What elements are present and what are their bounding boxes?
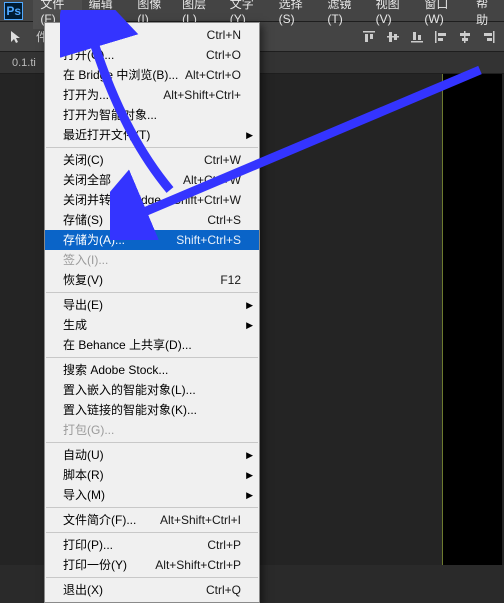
menu-item[interactable]: 打印一份(Y) Alt+Shift+Ctrl+P (45, 555, 259, 575)
menu-item-label: 打印(P)... (63, 537, 113, 553)
menu-item: 签入(I)... (45, 250, 259, 270)
menu-item-shortcut: Alt+Ctrl+W (183, 172, 241, 188)
menu-item-label: 打印一份(Y) (63, 557, 127, 573)
menu-separator (46, 532, 258, 533)
document-tab[interactable]: 0.1.ti (6, 55, 42, 71)
menu-item-label: 恢复(V) (63, 272, 103, 288)
menu-filter[interactable]: 滤镜(T) (320, 0, 368, 29)
menu-item[interactable]: 存储为(A)... Shift+Ctrl+S (45, 230, 259, 250)
menu-item-label: 关闭并转到 Bridge (63, 192, 161, 208)
document-edge (442, 74, 502, 565)
menu-separator (46, 507, 258, 508)
menu-select[interactable]: 选择(S) (272, 0, 321, 29)
menu-window[interactable]: 窗口(W) (417, 0, 469, 29)
align-vcenter-icon[interactable] (384, 28, 402, 46)
menu-item[interactable]: 关闭(C) Ctrl+W (45, 150, 259, 170)
menu-item-shortcut: Alt+Shift+Ctrl+ (163, 87, 241, 103)
menu-item-label: 搜索 Adobe Stock... (63, 362, 168, 378)
menu-item-label: 签入(I)... (63, 252, 108, 268)
menu-item-label: 置入链接的智能对象(K)... (63, 402, 197, 418)
menu-item[interactable]: 打开为... Alt+Shift+Ctrl+ (45, 85, 259, 105)
menu-item[interactable]: 存储(S) Ctrl+S (45, 210, 259, 230)
menu-item-label: 存储(S) (63, 212, 103, 228)
menu-item[interactable]: 关闭并转到 Bridge Shift+Ctrl+W (45, 190, 259, 210)
menu-item[interactable]: 在 Bridge 中浏览(B)... Alt+Ctrl+O (45, 65, 259, 85)
menu-separator (46, 357, 258, 358)
menu-item[interactable]: 打开(O)... Ctrl+O (45, 45, 259, 65)
menubar: Ps 文件(F) 编辑(E) 图像(I) 图层(L) 文字(Y) 选择(S) 滤… (0, 0, 504, 22)
menu-item-label: 打开(O)... (63, 47, 114, 63)
move-tool-icon[interactable] (6, 26, 28, 48)
menu-item-shortcut: Shift+Ctrl+S (176, 232, 241, 248)
menu-item-label: 导入(M) (63, 487, 105, 503)
align-left-icon[interactable] (432, 28, 450, 46)
menu-item-label: 置入嵌入的智能对象(L)... (63, 382, 196, 398)
menu-item-shortcut: Shift+Ctrl+W (173, 192, 241, 208)
menu-item-shortcut: Alt+Ctrl+O (185, 67, 241, 83)
menu-help[interactable]: 帮助 (469, 0, 504, 31)
menu-item-shortcut: Ctrl+W (204, 152, 241, 168)
menu-view[interactable]: 视图(V) (369, 0, 418, 29)
menu-separator (46, 442, 258, 443)
menu-item[interactable]: 在 Behance 上共享(D)... (45, 335, 259, 355)
menu-item[interactable]: 最近打开文件(T) (45, 125, 259, 145)
menu-item[interactable]: 导入(M) (45, 485, 259, 505)
menu-item[interactable]: 置入链接的智能对象(K)... (45, 400, 259, 420)
menu-item[interactable]: 脚本(R) (45, 465, 259, 485)
align-top-icon[interactable] (360, 28, 378, 46)
menu-item-label: 新建 (63, 27, 87, 43)
align-buttons (360, 28, 498, 46)
menu-item-label: 存储为(A)... (63, 232, 125, 248)
menu-item[interactable]: 关闭全部 Alt+Ctrl+W (45, 170, 259, 190)
menu-item-label: 导出(E) (63, 297, 103, 313)
menu-item-label: 自动(U) (63, 447, 104, 463)
file-menu-dropdown: 新建 Ctrl+N 打开(O)... Ctrl+O 在 Bridge 中浏览(B)...… (44, 22, 260, 603)
align-bottom-icon[interactable] (408, 28, 426, 46)
align-right-icon[interactable] (480, 28, 498, 46)
menu-item-shortcut: Ctrl+N (207, 27, 241, 43)
menu-item-label: 在 Bridge 中浏览(B)... (63, 67, 178, 83)
menu-item[interactable]: 退出(X) Ctrl+Q (45, 580, 259, 600)
menu-item-label: 文件简介(F)... (63, 512, 136, 528)
menu-item[interactable]: 置入嵌入的智能对象(L)... (45, 380, 259, 400)
menu-item-label: 打开为智能对象... (63, 107, 157, 123)
menu-separator (46, 292, 258, 293)
app-logo: Ps (4, 2, 23, 20)
menu-item-label: 脚本(R) (63, 467, 104, 483)
menu-item-shortcut: Ctrl+O (206, 47, 241, 63)
menu-item-label: 打包(G)... (63, 422, 114, 438)
align-hcenter-icon[interactable] (456, 28, 474, 46)
menu-item-shortcut: Ctrl+S (207, 212, 241, 228)
menu-item-shortcut: Ctrl+Q (206, 582, 241, 598)
menu-item-label: 关闭(C) (63, 152, 104, 168)
menu-item-shortcut: Alt+Shift+Ctrl+I (160, 512, 241, 528)
menu-item[interactable]: 新建 Ctrl+N (45, 25, 259, 45)
menu-item-shortcut: Alt+Shift+Ctrl+P (155, 557, 241, 573)
menu-item-shortcut: F12 (220, 272, 241, 288)
menu-separator (46, 147, 258, 148)
menu-item-shortcut: Ctrl+P (207, 537, 241, 553)
menu-item-label: 生成 (63, 317, 87, 333)
menu-item[interactable]: 文件简介(F)... Alt+Shift+Ctrl+I (45, 510, 259, 530)
menu-item-label: 关闭全部 (63, 172, 111, 188)
menu-separator (46, 577, 258, 578)
menu-item[interactable]: 导出(E) (45, 295, 259, 315)
menu-item[interactable]: 打开为智能对象... (45, 105, 259, 125)
menu-item-label: 退出(X) (63, 582, 103, 598)
menu-item-label: 在 Behance 上共享(D)... (63, 337, 192, 353)
menu-item[interactable]: 自动(U) (45, 445, 259, 465)
menu-item-label: 打开为... (63, 87, 109, 103)
menu-item[interactable]: 搜索 Adobe Stock... (45, 360, 259, 380)
menu-item[interactable]: 生成 (45, 315, 259, 335)
menu-item-label: 最近打开文件(T) (63, 127, 150, 143)
menu-item[interactable]: 恢复(V) F12 (45, 270, 259, 290)
menu-item: 打包(G)... (45, 420, 259, 440)
menu-item[interactable]: 打印(P)... Ctrl+P (45, 535, 259, 555)
